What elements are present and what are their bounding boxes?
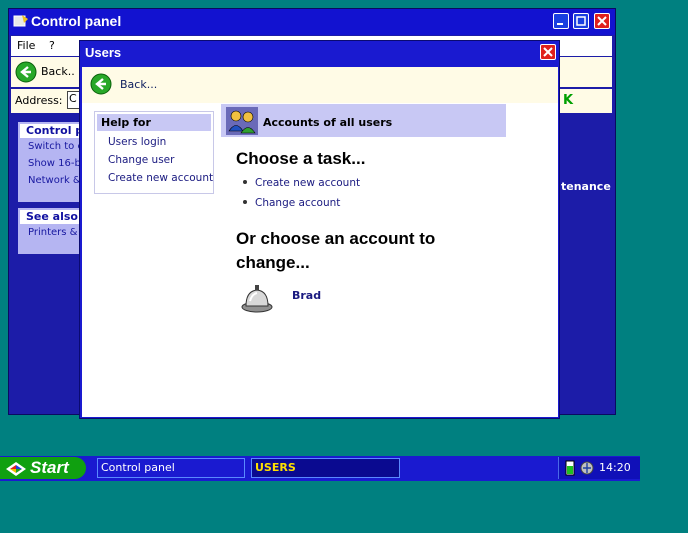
menu-file[interactable]: File	[17, 39, 35, 52]
start-logo-icon	[4, 461, 28, 480]
close-button[interactable]	[594, 13, 610, 29]
back-arrow-icon[interactable]	[15, 61, 37, 86]
panel-link[interactable]: Show 16-b	[18, 155, 88, 172]
task-heading: Choose a task...	[236, 149, 366, 168]
accounts-header: Accounts of all users	[221, 104, 506, 137]
system-tray: 14:20	[558, 457, 640, 479]
menu-help[interactable]: ?	[49, 39, 55, 52]
maintenance-category[interactable]: tenance	[561, 180, 611, 193]
close-button[interactable]	[540, 44, 556, 60]
taskbar-button-users[interactable]: USERS	[251, 458, 400, 478]
clock: 14:20	[599, 461, 631, 474]
network-icon[interactable]	[579, 460, 595, 479]
users-content: Help for Users login Change user Create …	[82, 103, 558, 417]
change-account-task[interactable]: Change account	[243, 197, 340, 209]
maximize-button[interactable]	[573, 13, 589, 29]
panel-heading: See also	[20, 210, 88, 224]
account-brad[interactable]: Brad	[236, 281, 356, 321]
start-label[interactable]: Start	[30, 458, 69, 478]
start-button[interactable]: Start	[0, 457, 86, 479]
panel-link[interactable]: Network &	[18, 172, 88, 189]
users-window-title: Users	[85, 45, 122, 60]
minimize-button[interactable]	[553, 13, 569, 29]
address-go-button[interactable]: K	[563, 93, 573, 108]
panel-link[interactable]: Printers & f	[18, 224, 88, 241]
help-panel: Help for Users login Change user Create …	[94, 111, 214, 194]
help-link-change-user[interactable]: Change user	[95, 151, 213, 169]
help-link-users-login[interactable]: Users login	[95, 133, 213, 151]
taskbar: Start Control panel USERS 14:20	[0, 456, 640, 481]
back-button[interactable]: Back...	[120, 78, 157, 91]
bell-avatar-icon[interactable]	[240, 281, 274, 318]
choose-account-heading: Or choose an account to change...	[236, 229, 436, 272]
users-window[interactable]: Users Back... Help for Users login Chang…	[79, 40, 560, 419]
back-button[interactable]: Back..	[41, 65, 75, 78]
control-panel-title: Control panel	[31, 13, 122, 29]
control-panel-icon	[13, 14, 29, 28]
account-name[interactable]: Brad	[292, 289, 321, 302]
battery-icon[interactable]	[565, 460, 575, 479]
users-toolbar: Back...	[82, 67, 558, 103]
task-label[interactable]: Create new account	[255, 177, 360, 189]
users-group-icon	[226, 107, 258, 138]
bullet-icon	[243, 200, 247, 204]
accounts-header-title: Accounts of all users	[263, 116, 393, 129]
control-panel-tasks-panel: Control pa Switch to c Show 16-b Network…	[18, 122, 88, 202]
create-account-task[interactable]: Create new account	[243, 177, 360, 189]
panel-link[interactable]: Switch to c	[18, 138, 88, 155]
see-also-panel: See also Printers & f	[18, 208, 88, 254]
bullet-icon	[243, 180, 247, 184]
back-arrow-icon[interactable]	[90, 73, 112, 98]
panel-heading: Control pa	[20, 124, 88, 138]
help-heading: Help for	[97, 114, 211, 131]
control-panel-titlebar[interactable]: Control panel	[9, 9, 615, 35]
address-label: Address:	[15, 94, 63, 107]
task-label[interactable]: Change account	[255, 197, 340, 209]
taskbar-button-control-panel[interactable]: Control panel	[97, 458, 245, 478]
help-link-create-account[interactable]: Create new account	[95, 169, 213, 187]
